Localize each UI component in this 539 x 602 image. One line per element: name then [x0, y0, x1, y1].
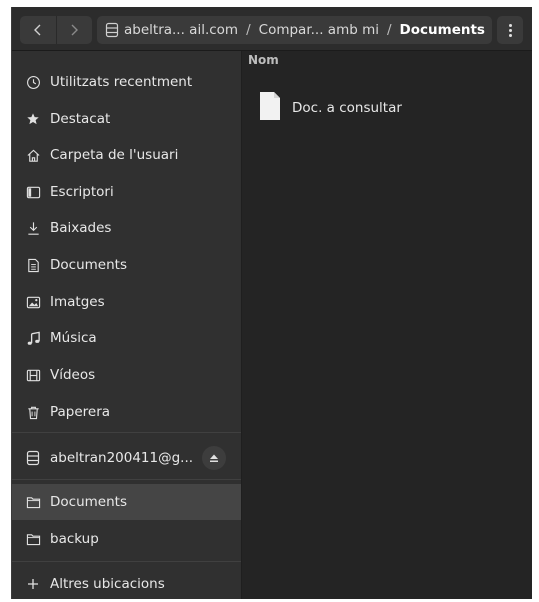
sidebar-item-label: Carpeta de l'usuari — [50, 147, 179, 163]
forward-button[interactable] — [57, 16, 93, 44]
text-file-icon — [258, 91, 282, 125]
back-button[interactable] — [20, 16, 56, 44]
sidebar-item-videos[interactable]: Vídeos — [12, 357, 241, 393]
sidebar-item-label: Imatges — [50, 294, 105, 310]
home-icon — [25, 147, 41, 163]
sidebar-item-label: Documents — [50, 494, 127, 510]
sidebar-item-home[interactable]: Carpeta de l'usuari — [12, 137, 241, 173]
path-menu-button[interactable] — [497, 16, 523, 44]
eject-button[interactable] — [202, 446, 226, 470]
sidebar-item-documents[interactable]: Documents — [12, 247, 241, 283]
trash-icon — [25, 404, 41, 420]
sidebar-divider — [12, 561, 241, 562]
file-name: Doc. a consultar — [292, 100, 402, 116]
download-icon — [25, 220, 41, 236]
eject-icon — [210, 454, 218, 462]
document-icon — [25, 257, 41, 273]
breadcrumb-separator: / — [386, 22, 392, 38]
breadcrumb-current[interactable]: Documents — [400, 22, 485, 38]
header-bar: abeltra... ail.com / Compar... amb mi / … — [12, 7, 532, 51]
music-icon — [25, 330, 41, 346]
sidebar-item-label: Paperera — [50, 404, 111, 420]
sidebar-divider — [12, 432, 241, 433]
breadcrumb-shared[interactable]: Compar... amb mi — [259, 22, 379, 38]
column-header-name[interactable]: Nom — [242, 51, 532, 73]
sidebar-item-label: Altres ubicacions — [50, 576, 165, 592]
plus-icon — [25, 576, 41, 592]
drive-icon — [25, 450, 41, 466]
sidebar: Utilitzats recentment Destacat Carpeta d… — [12, 51, 242, 599]
star-icon — [25, 111, 41, 127]
folder-icon — [25, 531, 41, 547]
folder-icon — [25, 494, 41, 510]
chevron-right-icon — [71, 24, 79, 36]
breadcrumb-separator: / — [246, 22, 251, 38]
breadcrumb-account[interactable]: abeltra... ail.com — [124, 22, 238, 38]
sidebar-item-bookmark-backup[interactable]: backup — [12, 521, 241, 557]
clock-icon — [25, 74, 41, 90]
sidebar-item-music[interactable]: Música — [12, 320, 241, 356]
sidebar-item-label: abeltran200411@g... — [50, 450, 194, 466]
sidebar-item-downloads[interactable]: Baixades — [12, 210, 241, 246]
sidebar-item-recent[interactable]: Utilitzats recentment — [12, 64, 241, 100]
sidebar-item-bookmark-documents[interactable]: Documents — [12, 484, 241, 520]
sidebar-item-label: Música — [50, 330, 97, 346]
sidebar-item-label: Documents — [50, 257, 127, 273]
file-view: Nom Doc. a consultar — [242, 51, 532, 599]
chevron-left-icon — [33, 24, 41, 36]
kebab-menu-icon — [508, 23, 512, 38]
navigation-buttons — [20, 16, 92, 44]
path-bar: abeltra... ail.com / Compar... amb mi / … — [97, 16, 492, 44]
sidebar-item-mount[interactable]: abeltran200411@g... — [12, 440, 241, 476]
image-icon — [25, 294, 41, 310]
drive-icon — [105, 22, 119, 38]
video-icon — [25, 367, 41, 383]
file-manager-window: abeltra... ail.com / Compar... amb mi / … — [11, 7, 532, 599]
sidebar-divider — [12, 479, 241, 480]
sidebar-item-label: Baixades — [50, 220, 112, 236]
sidebar-item-starred[interactable]: Destacat — [12, 101, 241, 137]
sidebar-item-other-locations[interactable]: Altres ubicacions — [12, 566, 241, 599]
file-item[interactable]: Doc. a consultar — [258, 91, 402, 125]
sidebar-item-label: backup — [50, 531, 99, 547]
desktop-icon — [25, 184, 41, 200]
sidebar-item-label: Vídeos — [50, 367, 96, 383]
sidebar-item-label: Utilitzats recentment — [50, 74, 193, 90]
sidebar-item-label: Destacat — [50, 111, 111, 127]
sidebar-item-trash[interactable]: Paperera — [12, 394, 241, 430]
sidebar-item-pictures[interactable]: Imatges — [12, 284, 241, 320]
sidebar-item-desktop[interactable]: Escriptori — [12, 174, 241, 210]
sidebar-item-label: Escriptori — [50, 184, 114, 200]
